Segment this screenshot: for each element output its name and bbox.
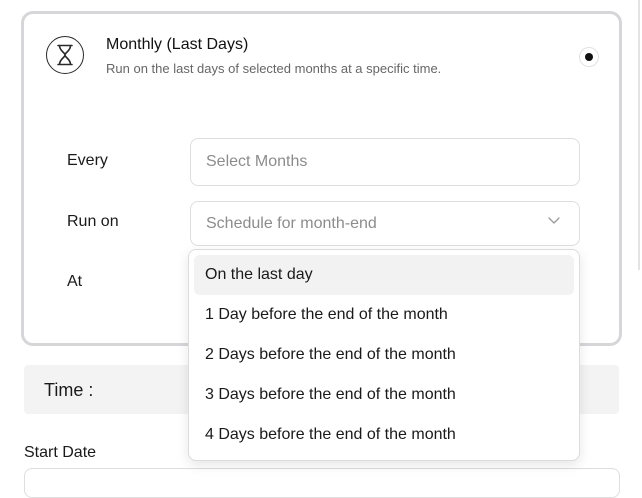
chevron-down-icon bbox=[548, 217, 560, 224]
schedule-radio-button[interactable] bbox=[579, 47, 599, 67]
run-on-select[interactable]: Schedule for month-end bbox=[190, 201, 580, 246]
months-select[interactable]: Select Months bbox=[190, 138, 580, 186]
run-on-label: Run on bbox=[67, 213, 119, 230]
hourglass-icon bbox=[46, 36, 84, 74]
months-select-placeholder: Select Months bbox=[206, 153, 308, 170]
dropdown-option[interactable]: 1 Day before the end of the month bbox=[194, 295, 574, 335]
dropdown-option[interactable]: 3 Days before the end of the month bbox=[194, 375, 574, 415]
every-label: Every bbox=[67, 152, 108, 169]
card-title: Monthly (Last Days) bbox=[106, 36, 249, 53]
time-label: Time : bbox=[44, 380, 94, 400]
run-on-select-placeholder: Schedule for month-end bbox=[206, 214, 377, 232]
run-on-dropdown-menu: On the last day 1 Day before the end of … bbox=[188, 249, 580, 461]
start-date-label: Start Date bbox=[24, 444, 97, 461]
card-description: Run on the last days of selected months … bbox=[106, 61, 442, 76]
dropdown-option[interactable]: 4 Days before the end of the month bbox=[194, 415, 574, 455]
at-label: At bbox=[67, 273, 83, 290]
dropdown-option[interactable]: On the last day bbox=[194, 255, 574, 295]
radio-selected-dot bbox=[585, 53, 593, 61]
start-date-input[interactable] bbox=[24, 468, 620, 498]
dropdown-option[interactable]: 2 Days before the end of the month bbox=[194, 335, 574, 375]
scrollbar-track[interactable] bbox=[638, 0, 640, 270]
